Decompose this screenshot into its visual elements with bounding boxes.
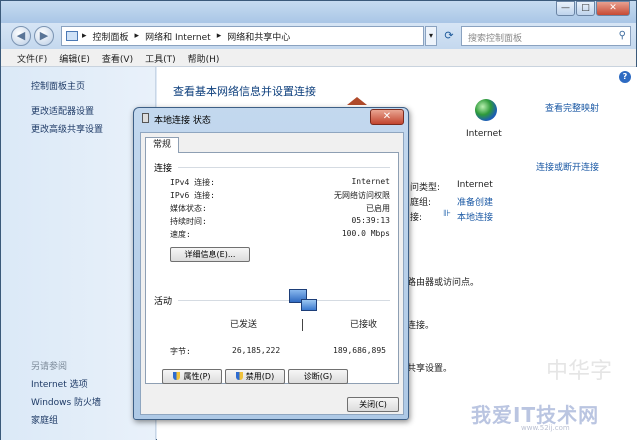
watermark-faint-text: 中华字	[546, 359, 613, 384]
connection-group-label: 连接	[154, 164, 173, 174]
address-bar[interactable]: ▸ 控制面板 ▸ 网络和 Internet ▸ 网络和共享中心	[61, 26, 424, 46]
breadcrumb-network-internet[interactable]: 网络和 Internet	[145, 30, 211, 43]
divider	[178, 300, 390, 301]
see-full-map-link[interactable]: 查看完整映射	[545, 101, 599, 114]
change-advanced-sharing-link[interactable]: 更改高级共享设置	[31, 122, 103, 135]
duration-value: 05:39:13	[351, 216, 390, 225]
divider	[178, 167, 390, 168]
forward-arrow-icon[interactable]: ▶	[34, 26, 54, 46]
page-title: 查看基本网络信息并设置连接	[173, 85, 316, 98]
local-connection-link[interactable]: 本地连接	[457, 210, 493, 223]
disable-label: 禁用(D)	[245, 372, 275, 381]
general-tab-panel: 连接 IPv4 连接: Internet IPv6 连接: 无网络访问权限 媒体…	[145, 152, 399, 384]
diagnose-button[interactable]: 诊断(G)	[288, 369, 348, 384]
local-connection-status-dialog: 本地连接 状态 ✕ 常规 连接 IPv4 连接: Internet IPv6 连…	[133, 107, 409, 420]
connect-disconnect-link[interactable]: 连接或断开连接	[536, 160, 599, 173]
tab-general[interactable]: 常规	[145, 137, 179, 153]
connection-label: 接:	[410, 213, 423, 223]
menu-view[interactable]: 查看(V)	[98, 49, 141, 66]
properties-label: 属性(P)	[183, 372, 211, 381]
ipv4-label: IPv4 连接:	[170, 178, 215, 187]
windows-firewall-link[interactable]: Windows 防火墙	[31, 395, 101, 408]
router-access-point-text: 路由器或访问点。	[407, 278, 480, 288]
bytes-received-value: 189,686,895	[333, 346, 386, 355]
activity-group-label: 活动	[154, 297, 173, 307]
home-network-icon	[347, 97, 367, 105]
help-icon[interactable]: ?	[619, 71, 631, 83]
control-panel-icon	[66, 31, 78, 41]
ipv6-value: 无网络访问权限	[334, 191, 390, 200]
control-panel-home-link[interactable]: 控制面板主页	[31, 79, 85, 92]
close-button[interactable]: ✕	[596, 1, 630, 16]
speed-label: 速度:	[170, 230, 191, 239]
media-state-value: 已启用	[366, 204, 390, 213]
title-bar[interactable]: — □ ✕	[1, 1, 636, 23]
internet-label: Internet	[466, 129, 502, 139]
breadcrumb-separator-icon: ▸	[134, 31, 140, 41]
search-placeholder: 搜索控制面板	[468, 34, 523, 44]
navigation-bar: ◀ ▶ ▸ 控制面板 ▸ 网络和 Internet ▸ 网络和共享中心 ▾ ⟳ …	[1, 23, 636, 49]
network-adapter-icon: ⊪	[443, 209, 451, 219]
ipv6-label: IPv6 连接:	[170, 191, 215, 200]
access-type-label: 问类型:	[410, 183, 441, 193]
duration-label: 持续时间:	[170, 217, 207, 226]
breadcrumb-control-panel[interactable]: 控制面板	[93, 30, 129, 43]
disable-button[interactable]: 禁用(D)	[225, 369, 285, 384]
minimize-button[interactable]: —	[556, 1, 575, 16]
menu-file[interactable]: 文件(F)	[13, 49, 55, 66]
breadcrumb-separator-icon: ▸	[216, 31, 222, 41]
breadcrumb-network-sharing-center[interactable]: 网络和共享中心	[227, 30, 290, 43]
received-label: 已接收	[350, 320, 378, 330]
see-also-label: 另请参阅	[31, 362, 68, 372]
access-type-value: Internet	[457, 180, 493, 190]
window-controls: — □ ✕	[555, 1, 630, 16]
internet-options-link[interactable]: Internet 选项	[31, 377, 88, 390]
uac-shield-icon	[235, 372, 243, 380]
menu-help[interactable]: 帮助(H)	[184, 49, 228, 66]
back-arrow-icon[interactable]: ◀	[11, 26, 31, 46]
sent-label: 已发送	[230, 320, 258, 330]
internet-globe-icon	[475, 99, 497, 121]
homegroup-label: 庭组:	[410, 198, 432, 208]
menu-bar: 文件(F) 编辑(E) 查看(V) 工具(T) 帮助(H)	[1, 49, 636, 67]
connection-text: 连接。	[407, 321, 435, 331]
computer-icon	[301, 299, 317, 311]
bytes-sent-value: 26,185,222	[232, 346, 281, 355]
refresh-icon[interactable]: ⟳	[439, 26, 459, 46]
homegroup-ready-link[interactable]: 准备创建	[457, 195, 493, 208]
dialog-title: 本地连接 状态	[154, 116, 211, 126]
address-dropdown-icon[interactable]: ▾	[425, 26, 437, 46]
dialog-body: 常规 连接 IPv4 连接: Internet IPv6 连接: 无网络访问权限…	[140, 132, 404, 415]
dialog-close-button[interactable]: 关闭(C)	[347, 397, 399, 412]
change-adapter-settings-link[interactable]: 更改适配器设置	[31, 104, 94, 117]
network-cable-line	[302, 319, 303, 331]
breadcrumb-separator-icon: ▸	[82, 31, 87, 41]
search-input[interactable]: 搜索控制面板 ⚲	[461, 26, 631, 46]
uac-shield-icon	[173, 372, 181, 380]
details-button[interactable]: 详细信息(E)...	[170, 247, 250, 262]
menu-edit[interactable]: 编辑(E)	[55, 49, 98, 66]
ipv4-value: Internet	[351, 177, 390, 186]
search-icon[interactable]: ⚲	[619, 30, 626, 41]
sharing-settings-text: 共享设置。	[407, 364, 453, 374]
bytes-label: 字节:	[170, 347, 191, 356]
watermark-url: www.52ij.com	[521, 424, 570, 432]
network-cable-icon	[142, 113, 149, 123]
network-computers-icon	[289, 289, 317, 315]
menu-tools[interactable]: 工具(T)	[141, 49, 184, 66]
speed-value: 100.0 Mbps	[341, 229, 390, 238]
maximize-button[interactable]: □	[576, 1, 595, 16]
properties-button[interactable]: 属性(P)	[162, 369, 222, 384]
media-state-label: 媒体状态:	[170, 204, 207, 213]
homegroup-link[interactable]: 家庭组	[31, 413, 58, 426]
dialog-close-icon[interactable]: ✕	[370, 109, 404, 125]
